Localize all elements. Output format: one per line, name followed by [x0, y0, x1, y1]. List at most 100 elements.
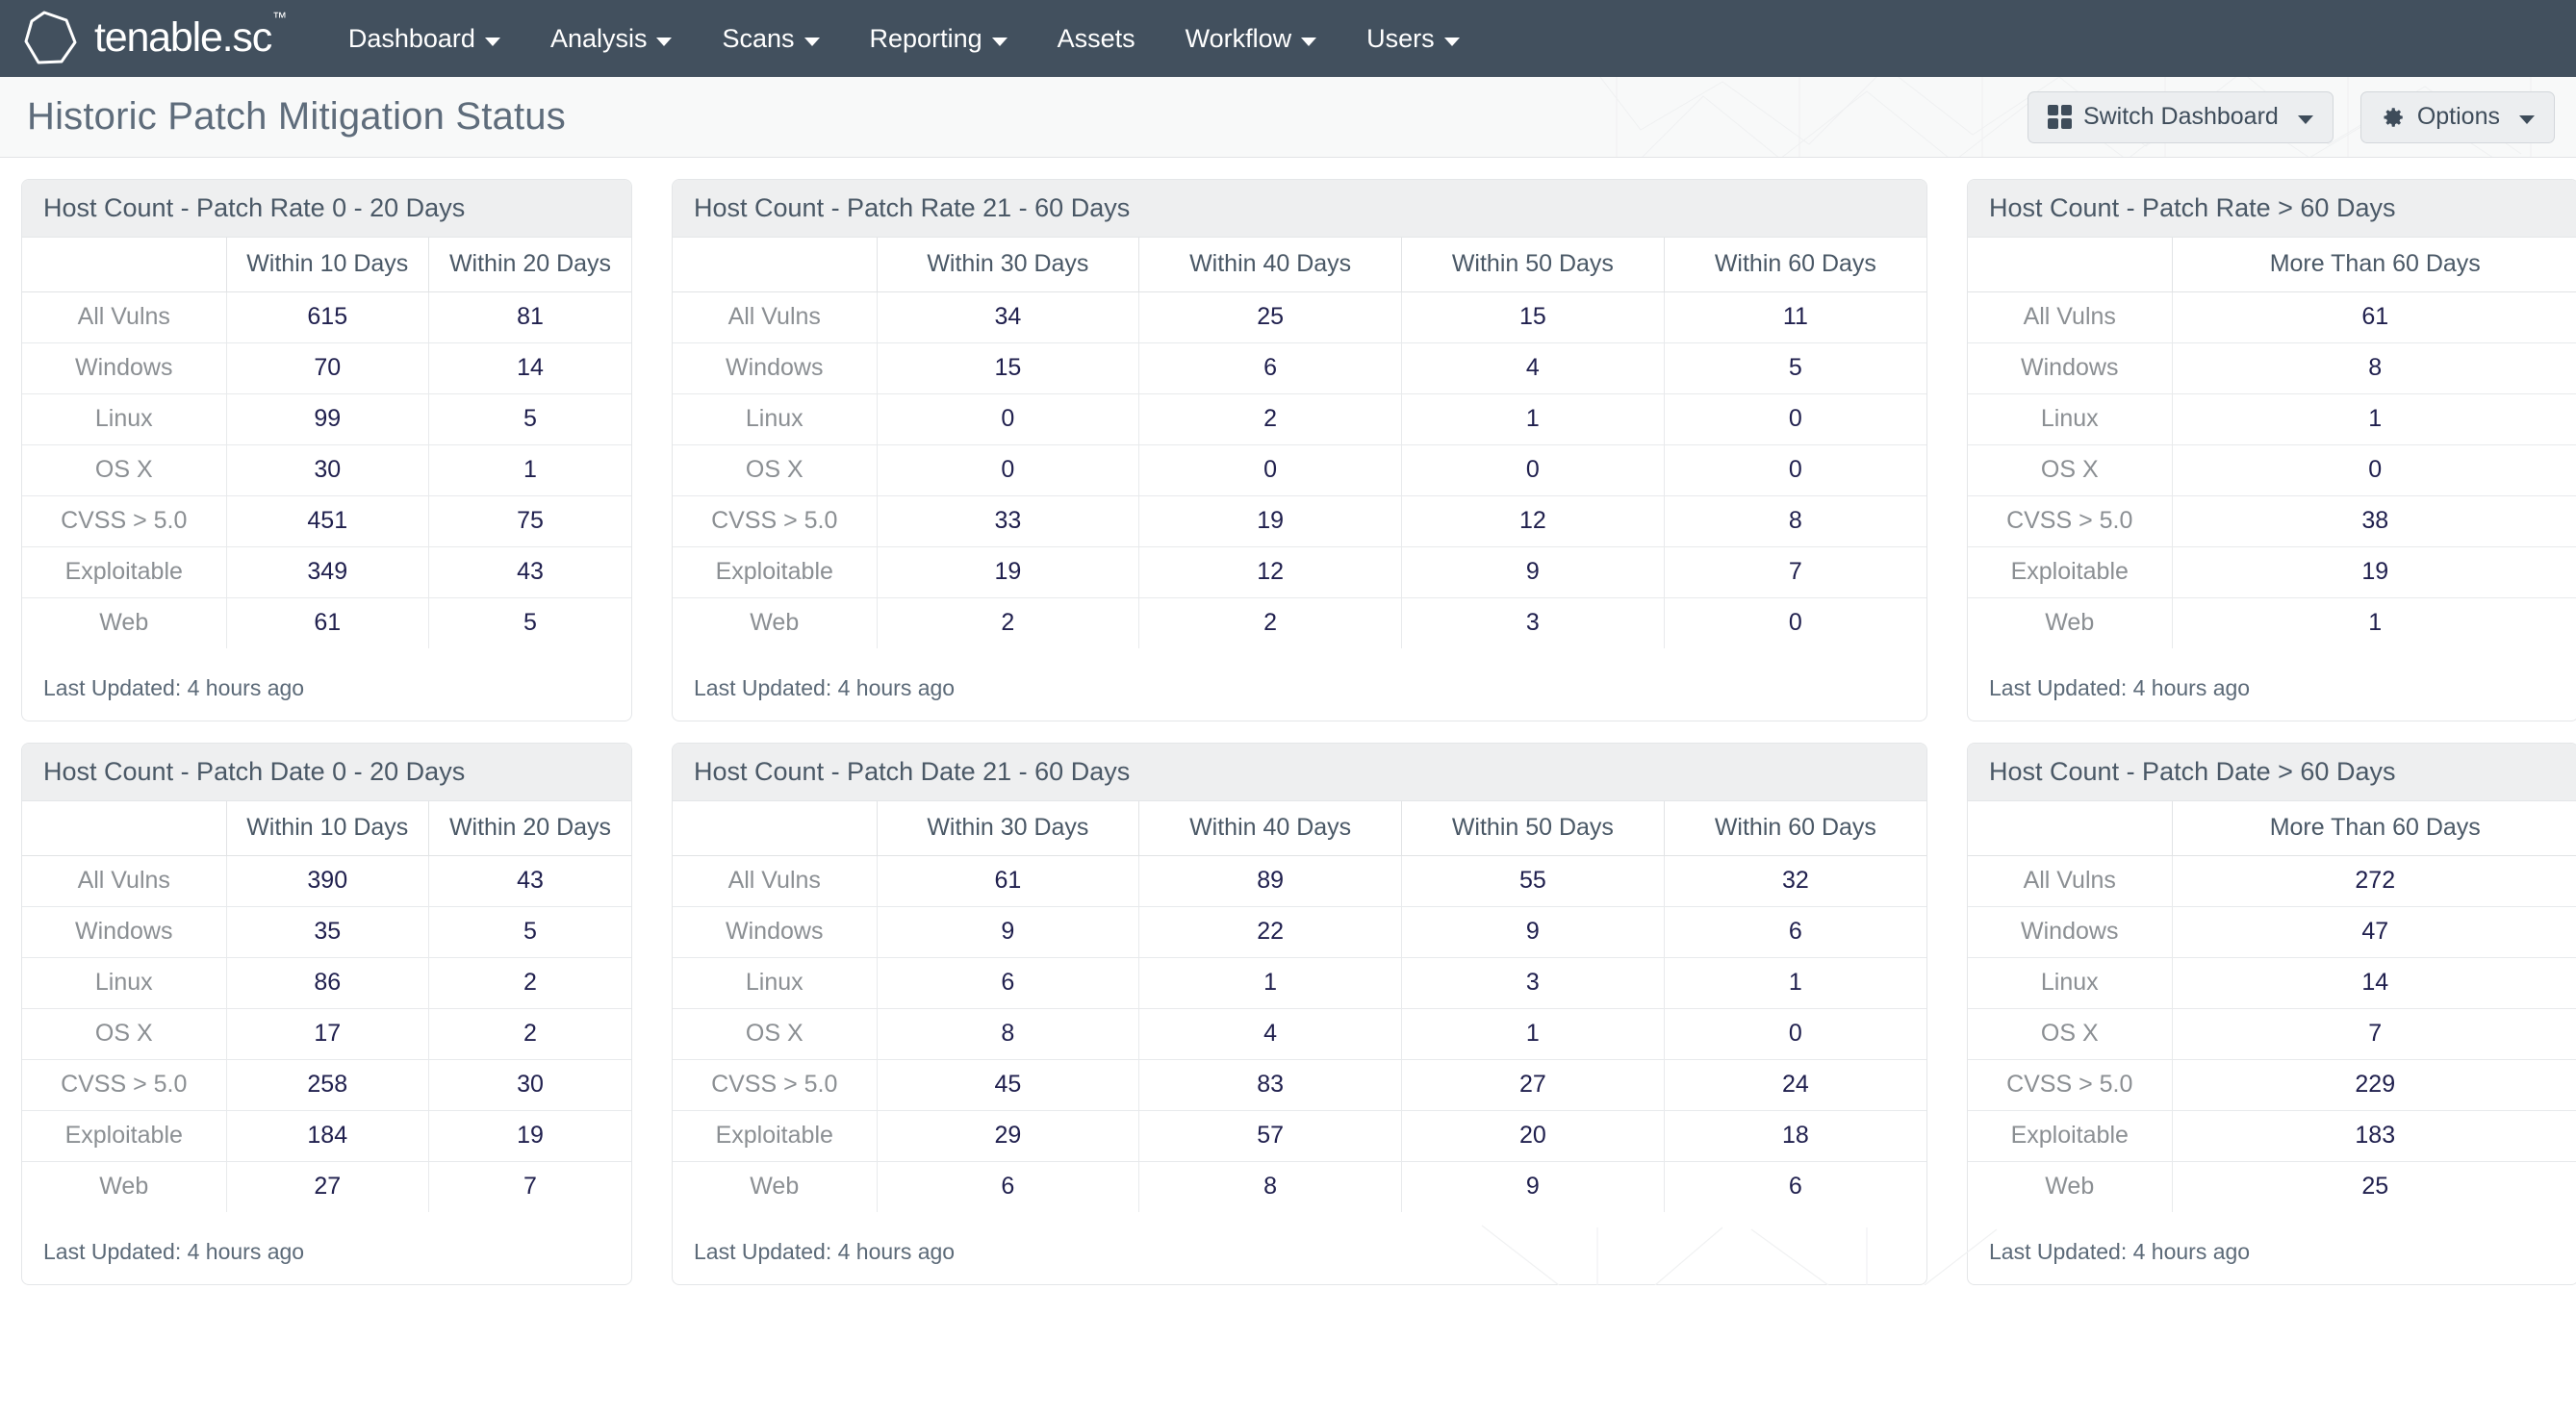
- cell-value[interactable]: 9: [1401, 1160, 1665, 1212]
- switch-dashboard-button[interactable]: Switch Dashboard: [2027, 90, 2334, 143]
- cell-value[interactable]: 6: [876, 1160, 1139, 1212]
- cell-value[interactable]: 30: [428, 1058, 631, 1110]
- cell-value[interactable]: 34: [876, 291, 1139, 342]
- table-row[interactable]: Linux 99 5: [22, 392, 631, 444]
- cell-value[interactable]: 5: [1663, 341, 1926, 393]
- nav-item-users[interactable]: Users: [1341, 0, 1485, 77]
- cell-value[interactable]: 5: [428, 392, 631, 444]
- cell-value[interactable]: 55: [1401, 855, 1665, 906]
- cell-value[interactable]: 27: [1401, 1058, 1665, 1110]
- cell-value[interactable]: 9: [1401, 905, 1665, 957]
- cell-value[interactable]: 0: [2171, 443, 2576, 495]
- table-row[interactable]: All Vulns 61 89 55 32: [673, 855, 1926, 906]
- cell-value[interactable]: 15: [1401, 291, 1665, 342]
- table-row[interactable]: Windows 8: [1968, 341, 2576, 393]
- cell-value[interactable]: 18: [1663, 1109, 1926, 1161]
- options-button[interactable]: Options: [2359, 90, 2555, 143]
- cell-value[interactable]: 0: [1401, 443, 1665, 495]
- table-row[interactable]: Windows 70 14: [22, 341, 631, 393]
- cell-value[interactable]: 19: [876, 545, 1139, 597]
- cell-value[interactable]: 8: [1663, 494, 1926, 546]
- cell-value[interactable]: 2: [1138, 392, 1402, 444]
- cell-value[interactable]: 25: [2171, 1160, 2576, 1212]
- cell-value[interactable]: 4: [1401, 341, 1665, 393]
- cell-value[interactable]: 81: [428, 291, 631, 342]
- table-row[interactable]: Exploitable 183: [1968, 1109, 2576, 1161]
- cell-value[interactable]: 7: [2171, 1007, 2576, 1059]
- table-row[interactable]: Exploitable 19: [1968, 545, 2576, 597]
- table-row[interactable]: Linux 0 2 1 0: [673, 392, 1926, 444]
- cell-value[interactable]: 390: [225, 855, 429, 906]
- cell-value[interactable]: 6: [1663, 1160, 1926, 1212]
- cell-value[interactable]: 2: [428, 1007, 631, 1059]
- table-row[interactable]: Exploitable 184 19: [22, 1109, 631, 1161]
- table-row[interactable]: All Vulns 61: [1968, 291, 2576, 342]
- cell-value[interactable]: 1: [1138, 956, 1402, 1008]
- cell-value[interactable]: 229: [2171, 1058, 2576, 1110]
- cell-value[interactable]: 12: [1138, 545, 1402, 597]
- cell-value[interactable]: 3: [1401, 596, 1665, 648]
- table-row[interactable]: OS X 17 2: [22, 1007, 631, 1059]
- table-row[interactable]: All Vulns 390 43: [22, 855, 631, 906]
- cell-value[interactable]: 9: [876, 905, 1139, 957]
- cell-value[interactable]: 24: [1663, 1058, 1926, 1110]
- table-row[interactable]: OS X 8 4 1 0: [673, 1007, 1926, 1059]
- table-row[interactable]: Windows 35 5: [22, 905, 631, 957]
- cell-value[interactable]: 29: [876, 1109, 1139, 1161]
- cell-value[interactable]: 89: [1138, 855, 1402, 906]
- cell-value[interactable]: 19: [1138, 494, 1402, 546]
- cell-value[interactable]: 14: [2171, 956, 2576, 1008]
- table-row[interactable]: CVSS > 5.0 451 75: [22, 494, 631, 546]
- cell-value[interactable]: 615: [225, 291, 429, 342]
- cell-value[interactable]: 4: [1138, 1007, 1402, 1059]
- table-row[interactable]: Exploitable 29 57 20 18: [673, 1109, 1926, 1161]
- nav-item-analysis[interactable]: Analysis: [525, 0, 698, 77]
- table-row[interactable]: OS X 30 1: [22, 443, 631, 495]
- nav-item-assets[interactable]: Assets: [1033, 0, 1160, 77]
- cell-value[interactable]: 5: [428, 596, 631, 648]
- table-row[interactable]: All Vulns 34 25 15 11: [673, 291, 1926, 342]
- cell-value[interactable]: 8: [1138, 1160, 1402, 1212]
- table-row[interactable]: Linux 86 2: [22, 956, 631, 1008]
- cell-value[interactable]: 8: [2171, 341, 2576, 393]
- cell-value[interactable]: 1: [1401, 392, 1665, 444]
- cell-value[interactable]: 2: [1138, 596, 1402, 648]
- cell-value[interactable]: 15: [876, 341, 1139, 393]
- cell-value[interactable]: 6: [876, 956, 1139, 1008]
- cell-value[interactable]: 30: [225, 443, 429, 495]
- cell-value[interactable]: 17: [225, 1007, 429, 1059]
- cell-value[interactable]: 3: [1401, 956, 1665, 1008]
- table-row[interactable]: CVSS > 5.0 33 19 12 8: [673, 494, 1926, 546]
- table-row[interactable]: Linux 14: [1968, 956, 2576, 1008]
- cell-value[interactable]: 11: [1663, 291, 1926, 342]
- nav-item-reporting[interactable]: Reporting: [845, 0, 1033, 77]
- table-row[interactable]: CVSS > 5.0 45 83 27 24: [673, 1058, 1926, 1110]
- cell-value[interactable]: 86: [225, 956, 429, 1008]
- cell-value[interactable]: 12: [1401, 494, 1665, 546]
- table-row[interactable]: Web 1: [1968, 596, 2576, 648]
- cell-value[interactable]: 183: [2171, 1109, 2576, 1161]
- nav-item-workflow[interactable]: Workflow: [1160, 0, 1342, 77]
- cell-value[interactable]: 35: [225, 905, 429, 957]
- cell-value[interactable]: 258: [225, 1058, 429, 1110]
- cell-value[interactable]: 75: [428, 494, 631, 546]
- cell-value[interactable]: 38: [2171, 494, 2576, 546]
- cell-value[interactable]: 0: [876, 392, 1139, 444]
- table-row[interactable]: Web 25: [1968, 1160, 2576, 1212]
- cell-value[interactable]: 61: [2171, 291, 2576, 342]
- cell-value[interactable]: 6: [1663, 905, 1926, 957]
- cell-value[interactable]: 19: [2171, 545, 2576, 597]
- cell-value[interactable]: 0: [1663, 443, 1926, 495]
- cell-value[interactable]: 7: [428, 1160, 631, 1212]
- table-row[interactable]: CVSS > 5.0 38: [1968, 494, 2576, 546]
- cell-value[interactable]: 19: [428, 1109, 631, 1161]
- cell-value[interactable]: 27: [225, 1160, 429, 1212]
- table-row[interactable]: CVSS > 5.0 229: [1968, 1058, 2576, 1110]
- table-row[interactable]: OS X 0: [1968, 443, 2576, 495]
- cell-value[interactable]: 70: [225, 341, 429, 393]
- cell-value[interactable]: 9: [1401, 545, 1665, 597]
- cell-value[interactable]: 7: [1663, 545, 1926, 597]
- table-row[interactable]: Exploitable 349 43: [22, 545, 631, 597]
- cell-value[interactable]: 0: [876, 443, 1139, 495]
- nav-item-dashboard[interactable]: Dashboard: [323, 0, 525, 77]
